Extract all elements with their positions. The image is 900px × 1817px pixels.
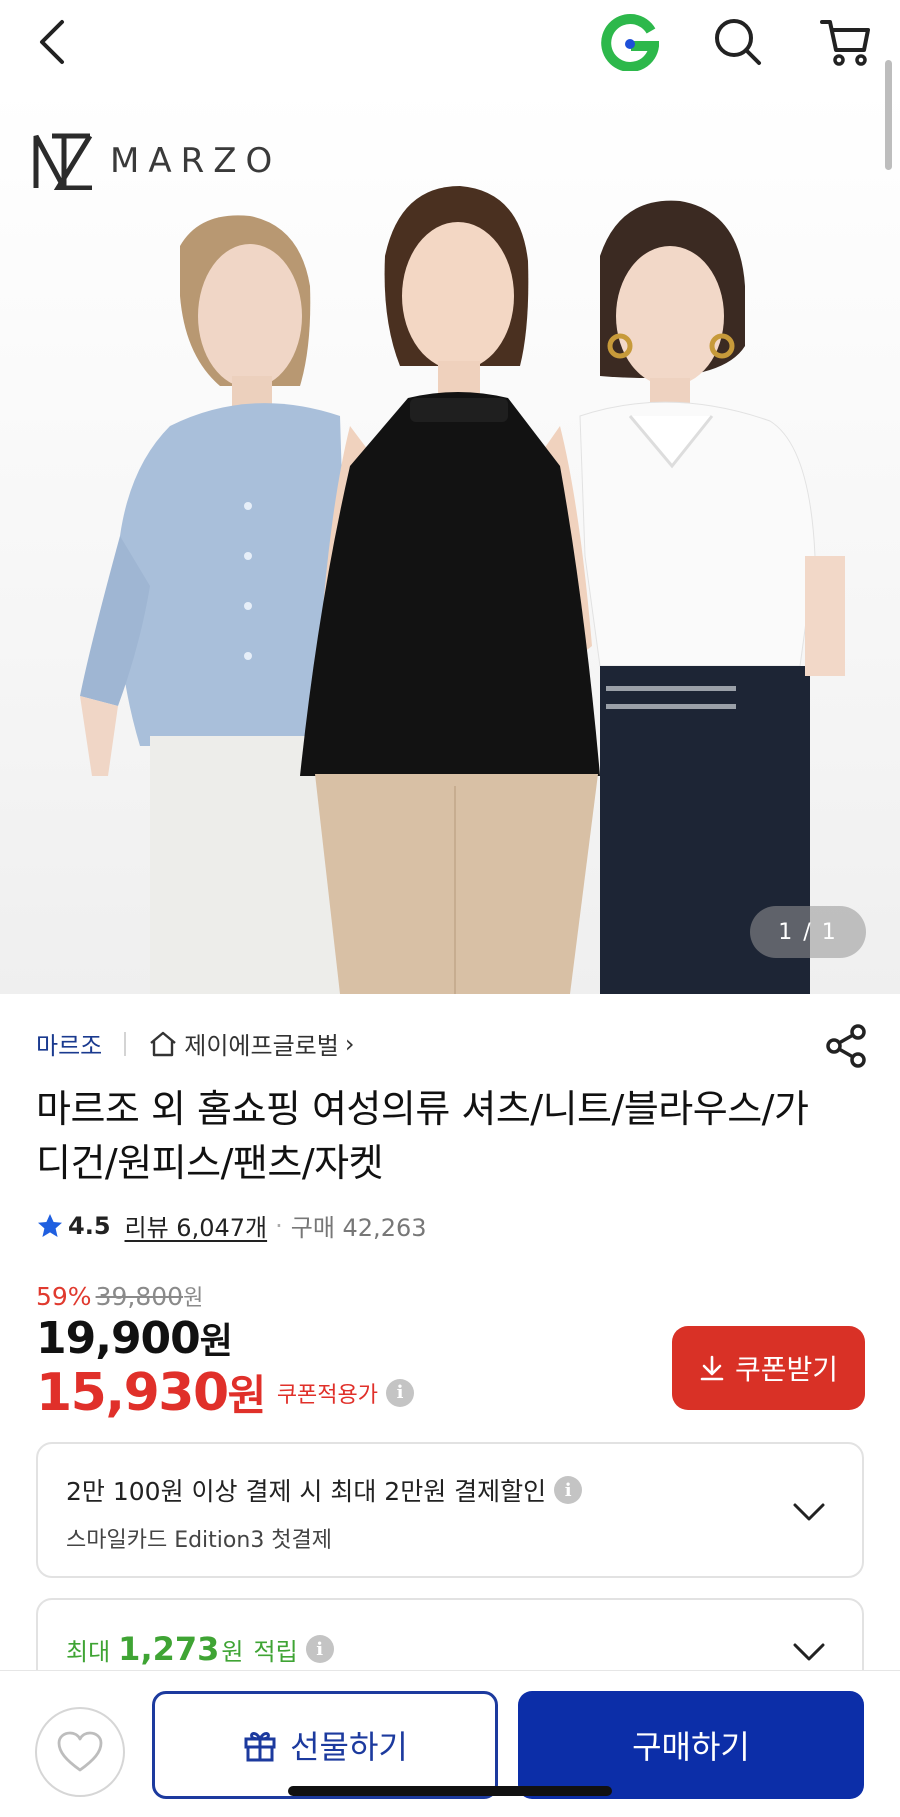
chevron-down-icon[interactable] bbox=[792, 1502, 826, 1522]
rating-row: 4.5 리뷰 6,047개 · 구매 42,263 bbox=[36, 1208, 427, 1243]
coupon-price-row: 15,930원 쿠폰적용가 i bbox=[36, 1362, 415, 1423]
info-icon[interactable]: i bbox=[554, 1476, 583, 1504]
star-icon bbox=[38, 1213, 62, 1237]
g-logo-icon bbox=[601, 13, 659, 71]
product-image-carousel[interactable]: MARZO 1 / 1 bbox=[0, 86, 900, 994]
points-unit: 원 bbox=[221, 1638, 244, 1666]
home-icon bbox=[150, 1031, 177, 1056]
points-row: 최대 1,273 원 적립 i bbox=[66, 1630, 334, 1668]
cart-button[interactable] bbox=[814, 10, 878, 74]
share-button[interactable] bbox=[822, 1022, 870, 1070]
points-suffix: 적립 bbox=[253, 1638, 298, 1666]
points-prefix: 최대 bbox=[66, 1638, 111, 1666]
cart-icon bbox=[820, 20, 870, 66]
buy-button[interactable]: 구매하기 bbox=[518, 1691, 864, 1799]
coupon-price: 15,930원 bbox=[36, 1362, 267, 1423]
info-icon[interactable]: i bbox=[386, 1378, 415, 1407]
coupon-price-label: 쿠폰적용가 bbox=[276, 1382, 379, 1408]
review-link[interactable]: 리뷰 6,047개 bbox=[125, 1208, 268, 1243]
search-icon bbox=[715, 19, 761, 65]
wishlist-button[interactable] bbox=[35, 1707, 125, 1797]
card-discount-subtitle: 스마일카드 Edition3 첫결제 bbox=[66, 1528, 333, 1553]
sale-price: 19,900원 bbox=[36, 1312, 233, 1364]
gift-icon bbox=[244, 1732, 276, 1762]
brand-link[interactable]: 마르조 bbox=[36, 1026, 102, 1061]
scroll-indicator[interactable] bbox=[885, 60, 892, 170]
heart-icon bbox=[57, 1731, 103, 1772]
back-button[interactable] bbox=[20, 10, 84, 74]
g-logo-button[interactable] bbox=[598, 10, 662, 74]
model-left bbox=[80, 215, 350, 994]
sales-count: 구매 42,263 bbox=[290, 1214, 427, 1242]
store-name: 제이에프글로벌 bbox=[184, 1032, 339, 1060]
home-indicator bbox=[288, 1786, 612, 1796]
coupon-price-value: 15,930 bbox=[36, 1363, 229, 1423]
points-amount: 1,273 bbox=[118, 1630, 220, 1668]
info-icon[interactable]: i bbox=[305, 1635, 334, 1663]
brand-store-row: 마르조 제이에프글로벌 › bbox=[36, 1026, 354, 1061]
sales-separator: · bbox=[275, 1211, 283, 1240]
store-chevron-icon: › bbox=[344, 1029, 355, 1058]
share-icon bbox=[826, 1024, 866, 1068]
discount-percent: 59% bbox=[36, 1282, 92, 1311]
image-counter: 1 / 1 bbox=[750, 906, 866, 958]
coupon-price-unit: 원 bbox=[227, 1371, 267, 1420]
divider bbox=[124, 1031, 127, 1056]
model-right bbox=[579, 200, 845, 994]
product-title: 마르조 외 홈쇼핑 여성의류 셔츠/니트/블라우스/가디건/원피스/팬츠/자켓 bbox=[36, 1087, 809, 1185]
card-discount-title: 2만 100원 이상 결제 시 최대 2만원 결제할인 bbox=[66, 1477, 547, 1506]
discount-row: 59% 39,800 원 bbox=[36, 1280, 203, 1312]
original-price: 39,800 bbox=[95, 1282, 184, 1311]
card-discount-offer[interactable]: 2만 100원 이상 결제 시 최대 2만원 결제할인 i 스마일카드 Edit… bbox=[36, 1442, 864, 1578]
chevron-down-icon[interactable] bbox=[792, 1642, 826, 1662]
rating-score: 4.5 bbox=[68, 1211, 111, 1240]
download-icon bbox=[700, 1355, 724, 1381]
get-coupon-button[interactable]: 쿠폰받기 bbox=[672, 1326, 865, 1410]
chevron-left-icon bbox=[40, 20, 64, 64]
store-link[interactable]: 제이에프글로벌 › bbox=[148, 1026, 354, 1061]
product-photo bbox=[80, 186, 845, 994]
gift-button[interactable]: 선물하기 bbox=[152, 1691, 498, 1799]
top-navigation-bar bbox=[0, 0, 900, 86]
get-coupon-label: 쿠폰받기 bbox=[734, 1353, 839, 1386]
sale-price-unit: 원 bbox=[199, 1321, 233, 1362]
model-center bbox=[300, 186, 600, 994]
buy-label: 구매하기 bbox=[632, 1728, 750, 1766]
card-discount-title-row: 2만 100원 이상 결제 시 최대 2만원 결제할인 i bbox=[66, 1472, 583, 1508]
search-button[interactable] bbox=[706, 10, 770, 74]
sale-price-value: 19,900 bbox=[36, 1313, 201, 1364]
gift-label: 선물하기 bbox=[290, 1728, 408, 1766]
original-price-unit: 원 bbox=[183, 1286, 204, 1311]
